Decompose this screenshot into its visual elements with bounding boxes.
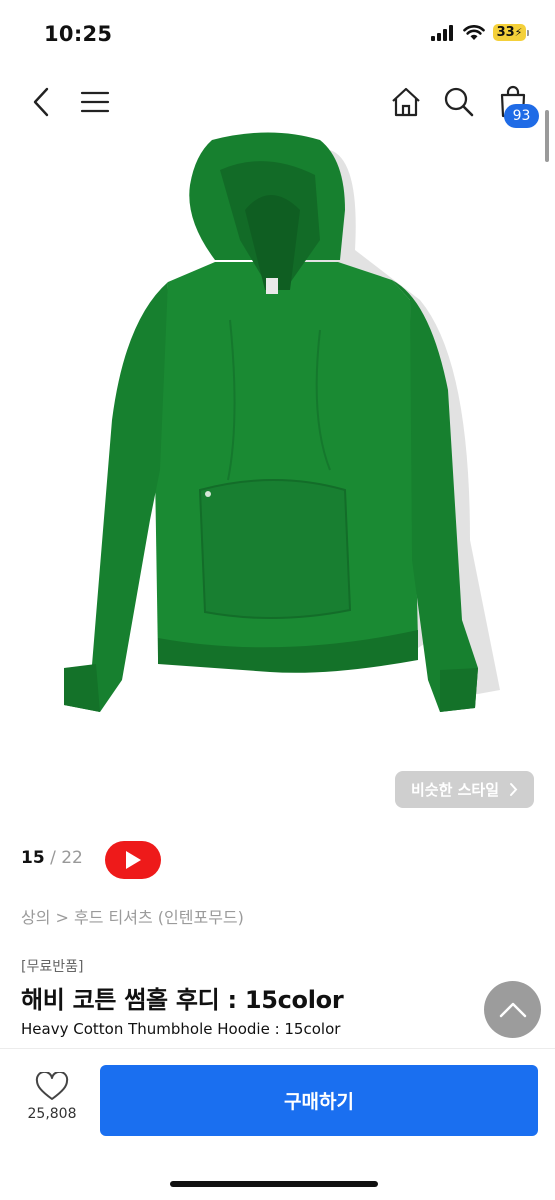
chevron-right-icon bbox=[510, 783, 518, 796]
like-button[interactable]: 25,808 bbox=[22, 1072, 82, 1122]
search-button[interactable] bbox=[441, 84, 477, 120]
similar-style-label: 비슷한 스타일 bbox=[410, 781, 500, 799]
chevron-left-icon bbox=[33, 87, 49, 117]
scroll-to-top-button[interactable] bbox=[484, 981, 541, 1038]
pager-total: 22 bbox=[61, 848, 83, 868]
hamburger-icon bbox=[80, 91, 110, 113]
menu-button[interactable] bbox=[78, 86, 112, 118]
status-time: 10:25 bbox=[44, 22, 113, 46]
product-image[interactable] bbox=[0, 130, 555, 760]
similar-style-button[interactable]: 비슷한 스타일 bbox=[395, 771, 534, 808]
status-icons: 33 ⚡ bbox=[431, 24, 529, 41]
image-pager: 15 / 22 bbox=[21, 848, 83, 868]
back-button[interactable] bbox=[26, 84, 56, 120]
cart-count-badge: 93 bbox=[504, 104, 539, 128]
product-title: 해비 코튼 썸홀 후디 : 15color bbox=[21, 986, 344, 1014]
wifi-icon bbox=[463, 24, 485, 40]
bottom-bar-divider bbox=[0, 1048, 555, 1049]
youtube-video-button[interactable] bbox=[105, 841, 161, 879]
signal-icon bbox=[431, 24, 453, 41]
home-button[interactable] bbox=[388, 84, 424, 120]
chevron-up-icon bbox=[499, 1002, 526, 1017]
home-indicator bbox=[170, 1181, 378, 1187]
product-title-english: Heavy Cotton Thumbhole Hoodie : 15color bbox=[21, 1020, 341, 1038]
pager-current: 15 bbox=[21, 848, 45, 868]
battery-level: 33 bbox=[496, 25, 515, 40]
like-count: 25,808 bbox=[27, 1106, 77, 1122]
home-icon bbox=[392, 87, 420, 117]
search-icon bbox=[444, 87, 474, 117]
hoodie-illustration bbox=[64, 132, 500, 712]
heart-icon bbox=[35, 1072, 69, 1100]
free-return-tag: [무료반품] bbox=[21, 959, 84, 975]
play-icon bbox=[126, 851, 141, 869]
buy-button[interactable]: 구매하기 bbox=[100, 1065, 538, 1136]
pager-separator: / bbox=[50, 848, 56, 868]
battery-indicator: 33 ⚡ bbox=[493, 24, 529, 41]
category-breadcrumb[interactable]: 상의 > 후드 티셔츠 (인텐포무드) bbox=[21, 904, 244, 928]
